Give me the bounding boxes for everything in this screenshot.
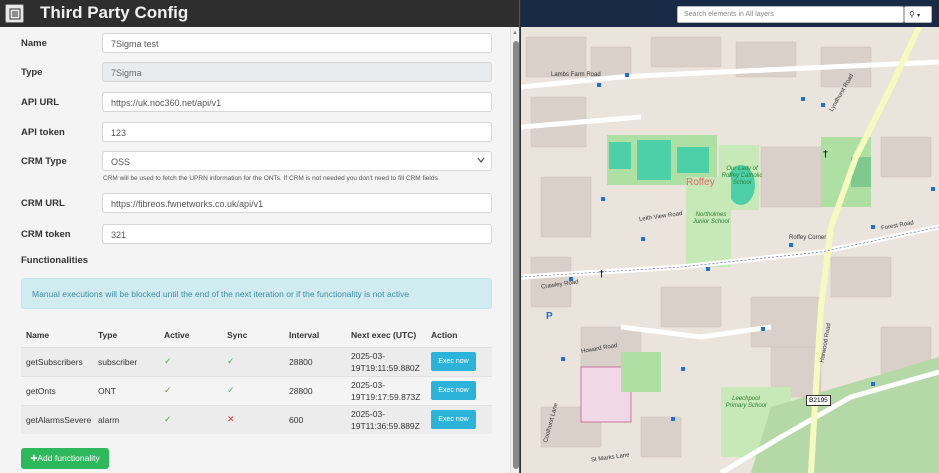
row-name: getAlarmsSevere [26,414,92,425]
row-interval: 600 [289,414,304,425]
col-type: Type [98,329,118,340]
config-panel: Third Party Config Name 7Sigma test Type… [0,0,520,473]
api-token-label: API token [21,127,65,138]
scroll-up-icon[interactable]: ▲ [512,30,518,36]
map-toolbar: Search elements in All layers ⚲ ▾ [521,0,939,27]
svg-text:†: † [599,269,604,280]
row-interval: 28800 [289,356,313,367]
row-next-exec: 2025-03-19T19:11:59.880Z [351,350,420,373]
row-type: ONT [98,385,116,396]
map-search-input[interactable]: Search elements in All layers [677,6,904,23]
name-field[interactable]: 7Sigma test [102,33,492,53]
api-token-field[interactable]: 123 [102,122,492,142]
app: Third Party Config Name 7Sigma test Type… [0,0,939,473]
crm-type-label: CRM Type [21,156,67,167]
check-icon: ✓ [164,356,172,366]
scrollbar-thumb[interactable] [513,41,519,469]
type-field: 7Sigma [102,62,492,82]
type-label: Type [21,67,43,78]
map-label-lambs-farm-road: Lambs Farm Road [551,72,601,78]
map-panel[interactable]: Search elements in All layers ⚲ ▾ P † † … [521,0,939,473]
name-label: Name [21,38,47,49]
api-url-field[interactable]: https://uk.noc360.net/api/v1 [102,92,492,112]
add-functionality-label: Add functionality [37,453,100,463]
exec-now-button[interactable]: Exec now [431,410,476,430]
map-label-roffey: Roffey [686,177,715,188]
list-icon [9,8,21,20]
col-name: Name [26,329,50,340]
crm-url-label: CRM URL [21,198,65,209]
crm-url-field[interactable]: https://fibreos.fwnetworks.co.uk/api/v1 [102,193,492,213]
crm-type-select[interactable]: OSS [102,151,492,171]
crm-token-field[interactable]: 321 [102,224,492,244]
search-icon: ⚲ [909,10,915,19]
check-icon: ✓ [227,356,235,366]
api-url-label: API URL [21,97,59,108]
exec-now-button[interactable]: Exec now [431,352,476,371]
functionalities-table: Name Type Active Sync Interval Next exec… [21,323,492,434]
road-number-badge: B2195 [806,395,831,406]
page-title: Third Party Config [40,3,189,22]
crm-token-label: CRM token [21,229,71,240]
col-active: Active [164,329,190,340]
col-action: Action [431,329,458,340]
search-button[interactable]: ⚲ ▾ [904,6,932,23]
row-type: alarm [98,414,120,425]
panel-header: Third Party Config [0,0,519,27]
map-label-roffey-corner: Roffey Corner [789,235,827,241]
functionalities-title: Functionalities [21,255,89,266]
svg-text:†: † [823,149,828,160]
map-label-school-2: Northolmes Junior School [692,212,730,225]
row-type: subscriber [98,356,138,367]
row-interval: 28800 [289,385,313,396]
table-row: getSubscribers subscriber ✓ ✓ 28800 2025… [21,347,492,376]
col-next-exec: Next exec (UTC) [351,329,417,340]
caret-down-icon: ▾ [917,13,921,19]
check-icon: ✓ [164,385,172,395]
chevron-down-icon [477,157,485,163]
scrollbar[interactable]: ▲ [510,27,519,473]
add-functionality-button[interactable]: ✚Add functionality [21,448,109,469]
menu-toggle-button[interactable] [5,4,24,23]
exec-now-button[interactable]: Exec now [431,381,476,400]
col-sync: Sync [227,329,248,340]
info-alert: Manual executions will be blocked until … [21,278,492,309]
row-next-exec: 2025-03-19T19:17:59.873Z [351,379,421,402]
row-next-exec: 2025-03-19T11:36:59.889Z [351,408,420,431]
table-row: getOnts ONT ✓ ✓ 28800 2025-03-19T19:17:5… [21,376,492,405]
col-interval: Interval [289,329,320,340]
map-label-school-3: Leechpool Primary School [725,396,767,409]
map-label-school-1: Our Lady of Roffey Catholic School [721,166,763,186]
crm-type-value: OSS [111,157,131,167]
row-name: getOnts [26,385,56,396]
crm-help-text: CRM will be used to fetch the UPRN infor… [103,175,438,182]
row-name: getSubscribers [26,356,83,367]
svg-text:P: P [546,311,553,322]
check-icon: ✓ [164,414,172,425]
cross-icon: ✕ [227,414,235,425]
table-row: getAlarmsSevere alarm ✓ ✕ 600 2025-03-19… [21,405,492,434]
check-icon: ✓ [227,385,235,395]
